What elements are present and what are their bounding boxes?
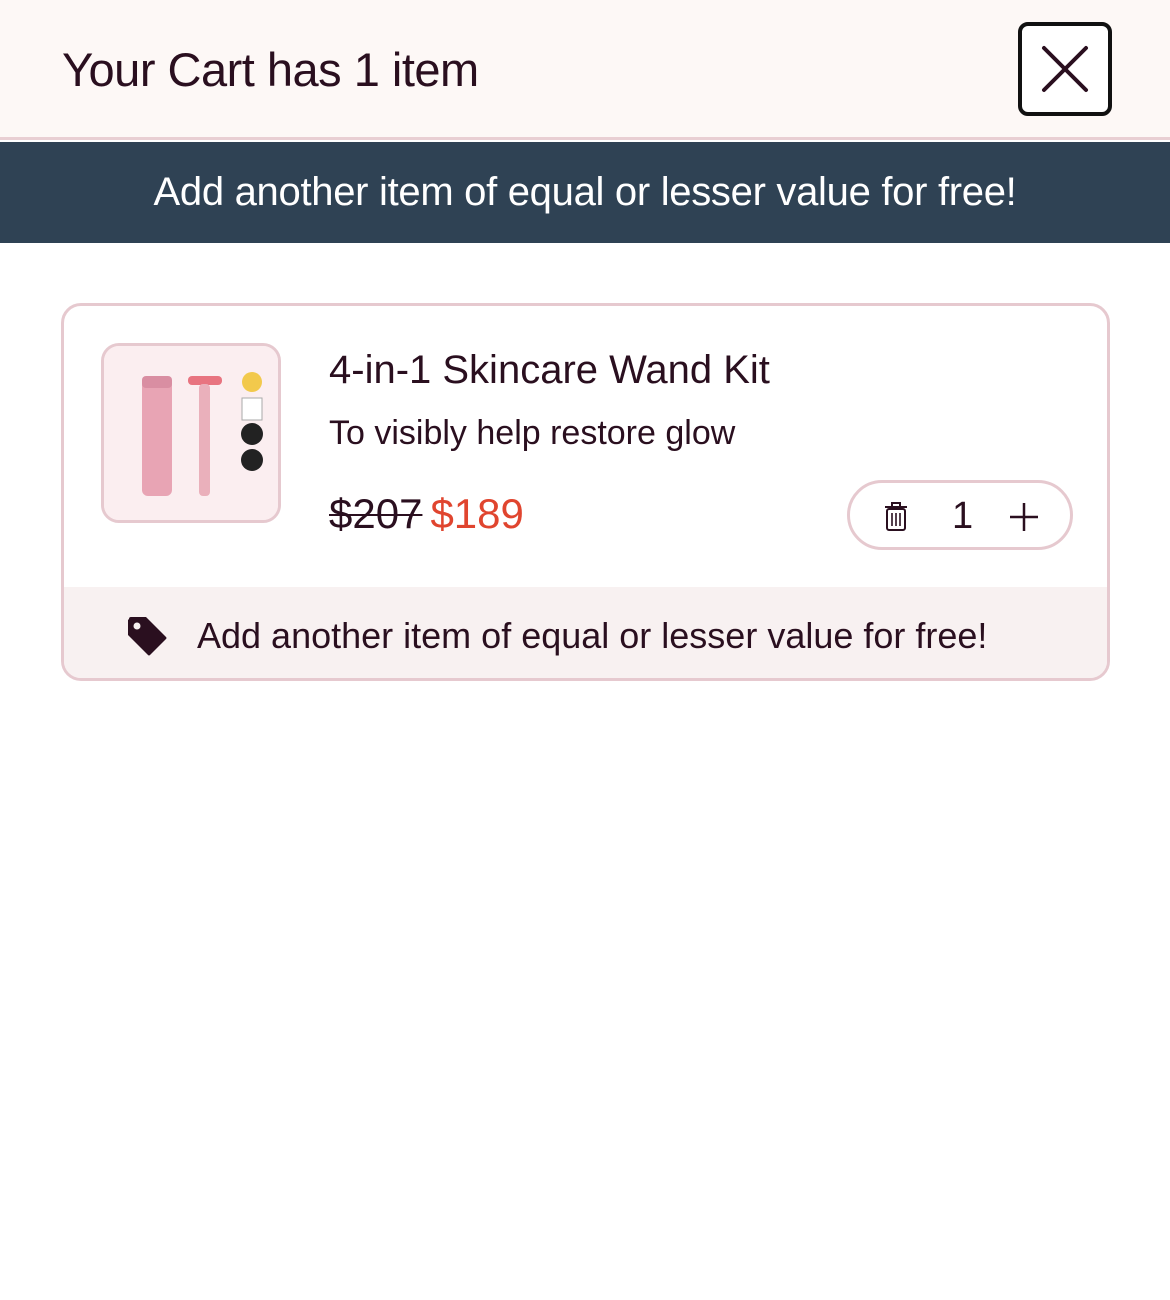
sale-price: $189 — [430, 490, 524, 537]
price-row: $207 $189 — [329, 490, 524, 538]
cart-item-card: 4-in-1 Skincare Wand Kit To visibly help… — [61, 303, 1110, 681]
cart-header: Your Cart has 1 item — [0, 0, 1170, 140]
product-image[interactable] — [101, 343, 281, 523]
offer-note-text: Add another item of equal or lesser valu… — [197, 615, 988, 656]
offer-note: Add another item of equal or lesser valu… — [64, 587, 1107, 678]
cart-title: Your Cart has 1 item — [62, 43, 479, 96]
remove-item-button[interactable] — [882, 502, 910, 532]
tag-icon — [128, 617, 167, 656]
quantity-stepper: 1 — [847, 480, 1073, 550]
close-icon — [1042, 46, 1088, 92]
trash-icon — [885, 502, 907, 531]
product-illustration — [104, 346, 278, 520]
increase-quantity-button[interactable] — [1008, 501, 1040, 533]
product-subtitle: To visibly help restore glow — [329, 414, 736, 452]
original-price: $207 — [329, 490, 423, 537]
product-name[interactable]: 4-in-1 Skincare Wand Kit — [329, 348, 770, 393]
promo-banner: Add another item of equal or lesser valu… — [0, 142, 1170, 243]
quantity-value: 1 — [952, 495, 974, 537]
close-button[interactable] — [1018, 22, 1112, 116]
plus-icon — [1010, 503, 1038, 531]
